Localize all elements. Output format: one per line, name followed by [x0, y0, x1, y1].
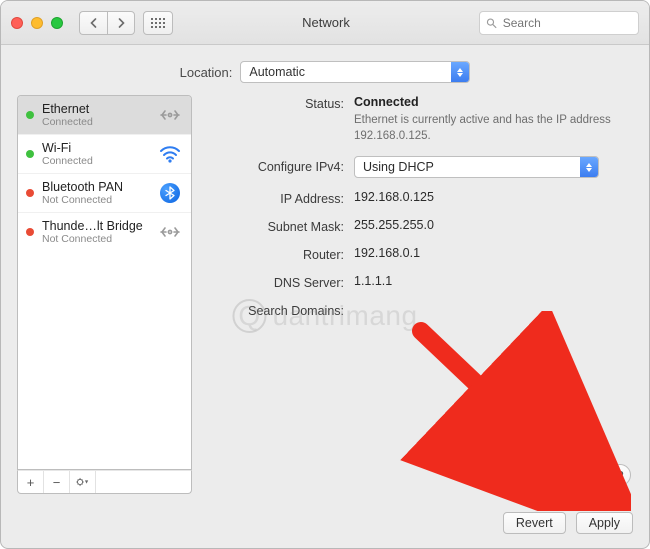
grid-icon: [151, 18, 165, 28]
dns-value: 1.1.1.1: [354, 274, 633, 288]
service-name: Bluetooth PAN: [42, 180, 157, 194]
footer: Revert Apply: [1, 504, 649, 548]
window-title: Network: [181, 15, 471, 30]
ip-value: 192.168.0.125: [354, 190, 633, 204]
search-icon: [486, 17, 497, 29]
chevron-right-icon: [117, 18, 126, 28]
help-button[interactable]: ?: [609, 464, 631, 486]
show-all-button[interactable]: [143, 11, 173, 35]
content: Ethernet Connected Wi-Fi Connected: [1, 95, 649, 504]
status-description: Ethernet is currently active and has the…: [354, 113, 614, 144]
bluetooth-icon: [157, 183, 183, 203]
nav-segmented: [79, 11, 135, 35]
service-item-bluetooth[interactable]: Bluetooth PAN Not Connected: [18, 174, 191, 213]
location-label: Location:: [180, 65, 233, 80]
remove-service-button[interactable]: −: [44, 471, 70, 493]
popup-arrows-icon: [451, 62, 469, 82]
search-field[interactable]: [479, 11, 639, 35]
service-status: Connected: [42, 116, 157, 128]
zoom-icon[interactable]: [51, 17, 63, 29]
service-status: Connected: [42, 155, 157, 167]
chevron-left-icon: [89, 18, 98, 28]
forward-button[interactable]: [107, 11, 135, 35]
service-actions-button[interactable]: [70, 471, 96, 493]
service-status: Not Connected: [42, 194, 157, 206]
add-service-button[interactable]: +: [18, 471, 44, 493]
back-button[interactable]: [79, 11, 107, 35]
service-status: Not Connected: [42, 233, 157, 245]
service-item-ethernet[interactable]: Ethernet Connected: [18, 96, 191, 135]
wifi-icon: [157, 145, 183, 163]
advanced-button[interactable]: Advanced…: [507, 464, 601, 486]
service-name: Ethernet: [42, 102, 157, 116]
titlebar: Network: [1, 1, 649, 45]
close-icon[interactable]: [11, 17, 23, 29]
service-item-wifi[interactable]: Wi-Fi Connected: [18, 135, 191, 174]
details-panel: Status: Connected Ethernet is currently …: [206, 95, 633, 494]
router-value: 192.168.0.1: [354, 246, 633, 260]
status-dot-icon: [26, 228, 34, 236]
service-name: Wi-Fi: [42, 141, 157, 155]
ip-label: IP Address:: [206, 190, 344, 206]
gear-icon: [76, 476, 89, 488]
search-domains-label: Search Domains:: [206, 302, 344, 318]
ethernet-icon: [157, 107, 183, 123]
location-value: Automatic: [249, 65, 451, 79]
network-prefpane-window: Network Location: Automatic Ethernet Con…: [0, 0, 650, 549]
minimize-icon[interactable]: [31, 17, 43, 29]
status-dot-icon: [26, 150, 34, 158]
revert-button[interactable]: Revert: [503, 512, 566, 534]
service-item-thunderbolt[interactable]: Thunde…lt Bridge Not Connected: [18, 213, 191, 251]
location-row: Location: Automatic: [1, 45, 649, 95]
service-list[interactable]: Ethernet Connected Wi-Fi Connected: [17, 95, 192, 470]
ethernet-icon: [157, 224, 183, 240]
mask-value: 255.255.255.0: [354, 218, 633, 232]
status-label: Status:: [206, 95, 344, 111]
service-name: Thunde…lt Bridge: [42, 219, 157, 233]
mask-label: Subnet Mask:: [206, 218, 344, 234]
configure-value: Using DHCP: [363, 160, 580, 174]
apply-button[interactable]: Apply: [576, 512, 633, 534]
service-tools: + −: [17, 470, 192, 494]
status-dot-icon: [26, 189, 34, 197]
status-value: Connected: [354, 95, 633, 109]
router-label: Router:: [206, 246, 344, 262]
window-controls: [11, 17, 63, 29]
location-popup[interactable]: Automatic: [240, 61, 470, 83]
dns-label: DNS Server:: [206, 274, 344, 290]
popup-arrows-icon: [580, 157, 598, 177]
status-dot-icon: [26, 111, 34, 119]
configure-ipv4-popup[interactable]: Using DHCP: [354, 156, 599, 178]
service-sidebar: Ethernet Connected Wi-Fi Connected: [17, 95, 192, 494]
configure-label: Configure IPv4:: [206, 156, 344, 174]
search-input[interactable]: [501, 15, 632, 31]
